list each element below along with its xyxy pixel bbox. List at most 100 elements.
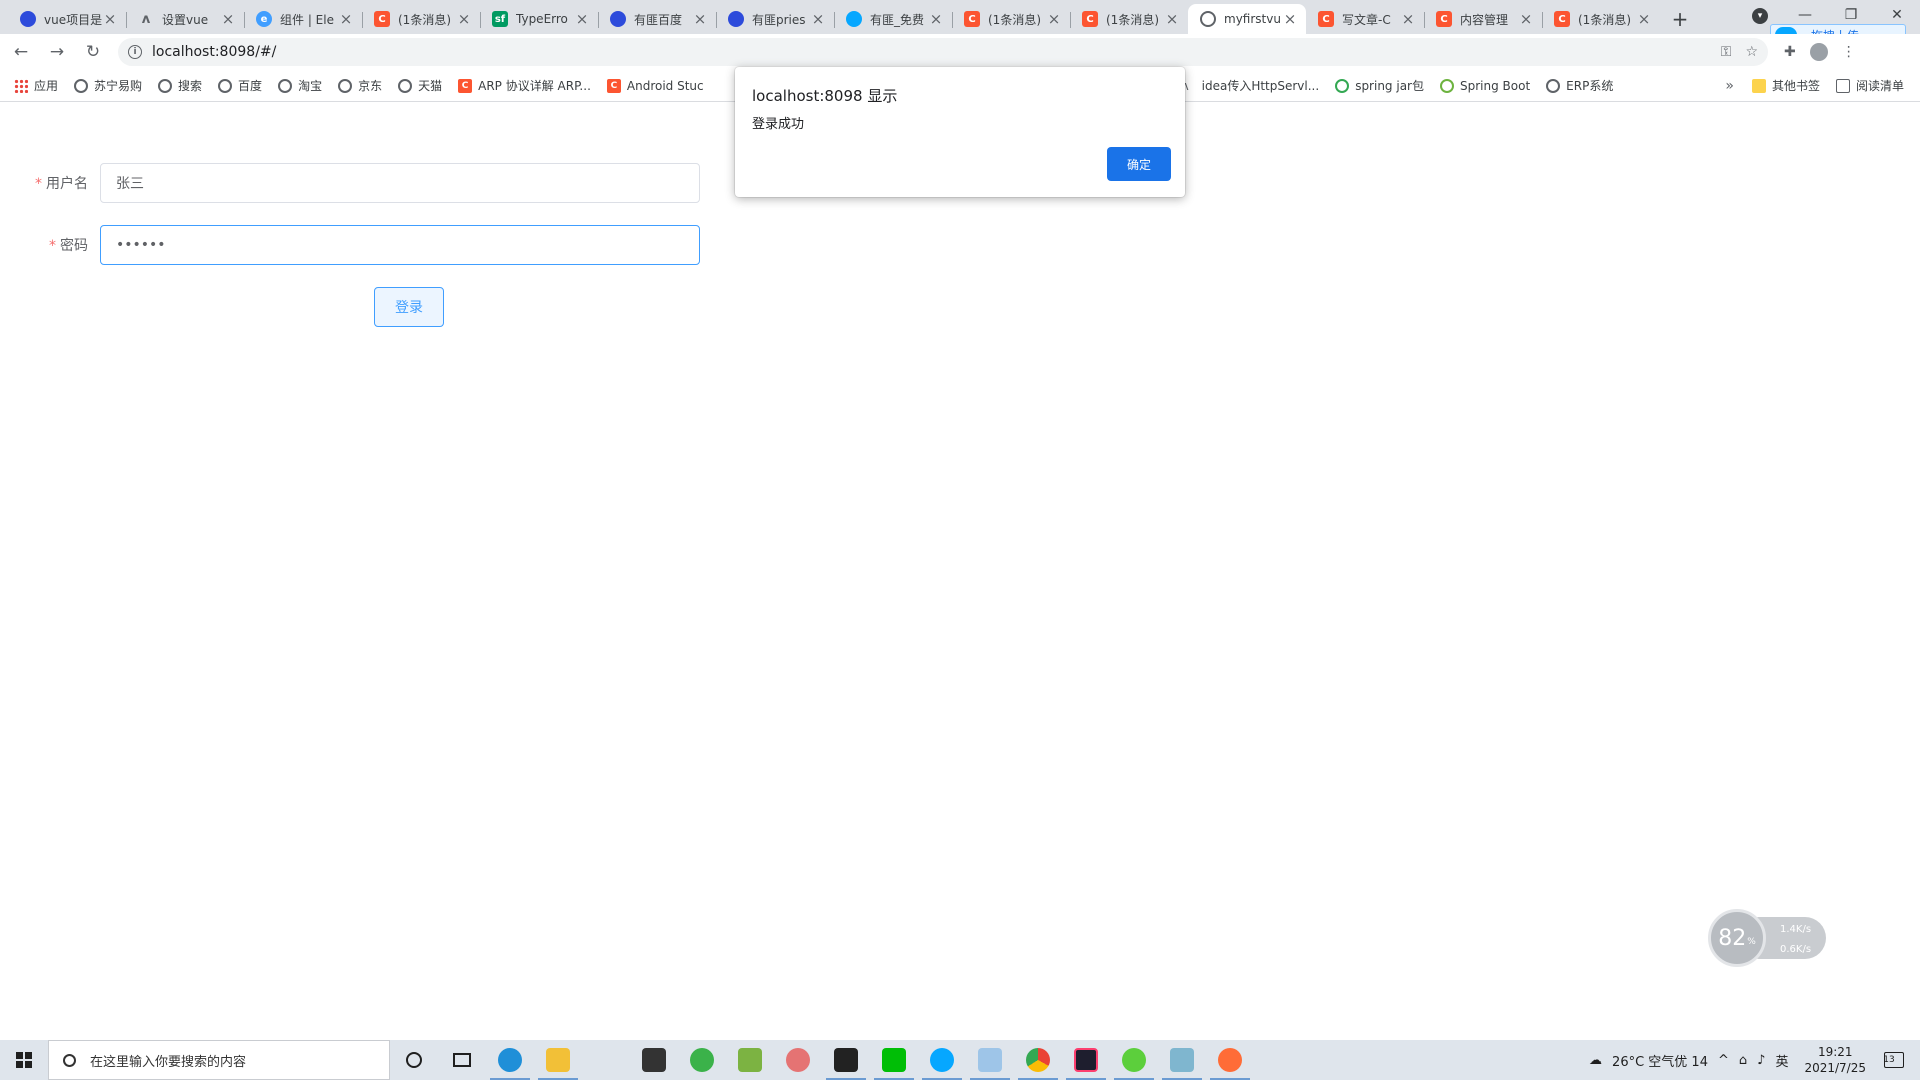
bookmark-item[interactable]: 苏宁易购: [74, 77, 142, 94]
globe-icon: [218, 78, 233, 93]
notes-app-icon[interactable]: [1158, 1040, 1206, 1080]
tab-13[interactable]: C (1条消息) ×: [1542, 4, 1660, 34]
tab-search-icon[interactable]: ▾: [1752, 8, 1768, 24]
postman-icon[interactable]: [1206, 1040, 1254, 1080]
tab-close-icon[interactable]: ×: [456, 10, 472, 28]
intellij-icon[interactable]: [1062, 1040, 1110, 1080]
menu-icon[interactable]: ⋮: [1842, 44, 1856, 60]
bookmark-item[interactable]: 搜索: [158, 77, 202, 94]
paint-icon[interactable]: [966, 1040, 1014, 1080]
dialog-ok-button[interactable]: 确定: [1107, 147, 1171, 181]
bookmark-label: 应用: [34, 79, 59, 93]
tab-close-icon[interactable]: ×: [1046, 10, 1062, 28]
tab-10[interactable]: myfirstvu ×: [1188, 4, 1306, 34]
bookmark-item[interactable]: ʌ idea传入HttpServl...: [1182, 77, 1320, 94]
store-icon[interactable]: [630, 1040, 678, 1080]
bookmark-item[interactable]: C ARP 协议详解 ARP...: [458, 77, 591, 94]
weather-icon[interactable]: ☁: [1589, 1053, 1602, 1068]
tab-3[interactable]: C (1条消息) ×: [362, 4, 480, 34]
cortana-icon[interactable]: [390, 1040, 438, 1080]
tab-close-icon[interactable]: ×: [338, 10, 354, 28]
bookmark-star-icon[interactable]: ☆: [1745, 44, 1758, 60]
tray-expand-icon[interactable]: ^: [1718, 1053, 1729, 1068]
tab-close-icon[interactable]: ×: [810, 10, 826, 28]
username-value: 张三: [116, 176, 144, 192]
key-icon[interactable]: ⚿: [1721, 44, 1732, 60]
tab-11[interactable]: C 写文章-C ×: [1306, 4, 1424, 34]
start-button[interactable]: [0, 1040, 48, 1080]
tab-close-icon[interactable]: ×: [928, 10, 944, 28]
extensions-icon[interactable]: ✚: [1784, 44, 1796, 60]
bookmark-item[interactable]: 淘宝: [278, 77, 322, 94]
task-view-icon[interactable]: [438, 1040, 486, 1080]
weather-text[interactable]: 26°C 空气优 14: [1612, 1051, 1708, 1070]
forward-icon[interactable]: →: [42, 37, 72, 67]
tab-8[interactable]: C (1条消息) ×: [952, 4, 1070, 34]
bookmark-item[interactable]: spring jar包: [1335, 77, 1424, 94]
bookmark-label: 天猫: [418, 79, 443, 93]
bookmarks-more-icon[interactable]: »: [1725, 78, 1734, 94]
back-icon[interactable]: ←: [6, 37, 36, 67]
tab-close-icon[interactable]: ×: [1400, 10, 1416, 28]
bookmark-item[interactable]: C Android Stuc: [606, 78, 704, 93]
terminal-icon[interactable]: [822, 1040, 870, 1080]
bookmark-item[interactable]: 百度: [218, 77, 262, 94]
tab-close-icon[interactable]: ×: [102, 10, 118, 28]
browser-toolbar: ← → ↻ i localhost:8098/#/ ⚿ ☆ ✚ ⋮: [0, 34, 1920, 70]
bookmark-label: ARP 协议详解 ARP...: [478, 79, 591, 93]
bookmark-other[interactable]: 其他书签: [1751, 77, 1820, 94]
network-speed-widget[interactable]: 1.4K/s 0.6K/s 82%: [1708, 909, 1828, 967]
reading-list-label: 阅读清单: [1855, 79, 1904, 93]
tab-title: 有匪_免费: [870, 12, 925, 27]
password-input[interactable]: ••••••: [100, 225, 700, 265]
tab-close-icon[interactable]: ×: [1282, 10, 1298, 28]
reload-icon[interactable]: ↻: [78, 37, 108, 67]
iqiyi-icon[interactable]: [870, 1040, 918, 1080]
taskbar-search[interactable]: 在这里输入你要搜索的内容: [48, 1040, 390, 1080]
address-bar[interactable]: i localhost:8098/#/ ⚿ ☆: [118, 38, 1768, 66]
bookmark-item[interactable]: 天猫: [398, 77, 442, 94]
login-button[interactable]: 登录: [374, 287, 444, 327]
site-info-icon[interactable]: i: [128, 45, 142, 59]
bookmark-item[interactable]: 京东: [338, 77, 382, 94]
tab-close-icon[interactable]: ×: [574, 10, 590, 28]
new-tab-button[interactable]: +: [1666, 4, 1694, 34]
required-mark: *: [35, 176, 42, 192]
bookmark-item[interactable]: Spring Boot: [1439, 78, 1530, 93]
network-icon[interactable]: ⌂: [1739, 1053, 1747, 1068]
tab-6[interactable]: 有匪pries ×: [716, 4, 834, 34]
tab-close-icon[interactable]: ×: [1518, 10, 1534, 28]
tab-close-icon[interactable]: ×: [692, 10, 708, 28]
tab-7[interactable]: 有匪_免费 ×: [834, 4, 952, 34]
tab-1[interactable]: ʌ 设置vue ×: [126, 4, 244, 34]
tab-12[interactable]: C 内容管理 ×: [1424, 4, 1542, 34]
chrome-icon[interactable]: [1014, 1040, 1062, 1080]
refresh-app-icon[interactable]: [678, 1040, 726, 1080]
android-app-icon[interactable]: [1110, 1040, 1158, 1080]
tab-close-icon[interactable]: ×: [220, 10, 236, 28]
bookmark-other-label: 其他书签: [1771, 79, 1820, 93]
tab-0[interactable]: vue项目是 ×: [8, 4, 126, 34]
tab-close-icon[interactable]: ×: [1164, 10, 1180, 28]
bookmark-item[interactable]: ERP系统: [1546, 77, 1613, 94]
profile-avatar[interactable]: [1809, 43, 1828, 61]
reading-list[interactable]: 阅读清单: [1835, 77, 1904, 94]
volume-icon[interactable]: ♪: [1757, 1053, 1765, 1068]
tab-close-icon[interactable]: ×: [1636, 10, 1652, 28]
edge-icon[interactable]: [486, 1040, 534, 1080]
clock[interactable]: 19:21 2021/7/25: [1804, 1044, 1866, 1076]
notification-center-icon[interactable]: 13: [1883, 1052, 1904, 1068]
tab-4[interactable]: sf TypeErro ×: [480, 4, 598, 34]
ime-indicator[interactable]: 英: [1775, 1051, 1788, 1070]
tab-2[interactable]: e 组件 | Ele ×: [244, 4, 362, 34]
file-explorer-icon[interactable]: [534, 1040, 582, 1080]
username-input[interactable]: 张三: [100, 163, 700, 203]
notification-count: 13: [1883, 1055, 1895, 1065]
bookmark-item[interactable]: 应用: [14, 77, 58, 94]
search-icon: [63, 1053, 76, 1067]
tab-9[interactable]: C (1条消息) ×: [1070, 4, 1188, 34]
snipping-tool-icon[interactable]: [774, 1040, 822, 1080]
tab-5[interactable]: 有匪百度 ×: [598, 4, 716, 34]
baidu-netdisk-icon[interactable]: [918, 1040, 966, 1080]
notepad-icon[interactable]: [726, 1040, 774, 1080]
